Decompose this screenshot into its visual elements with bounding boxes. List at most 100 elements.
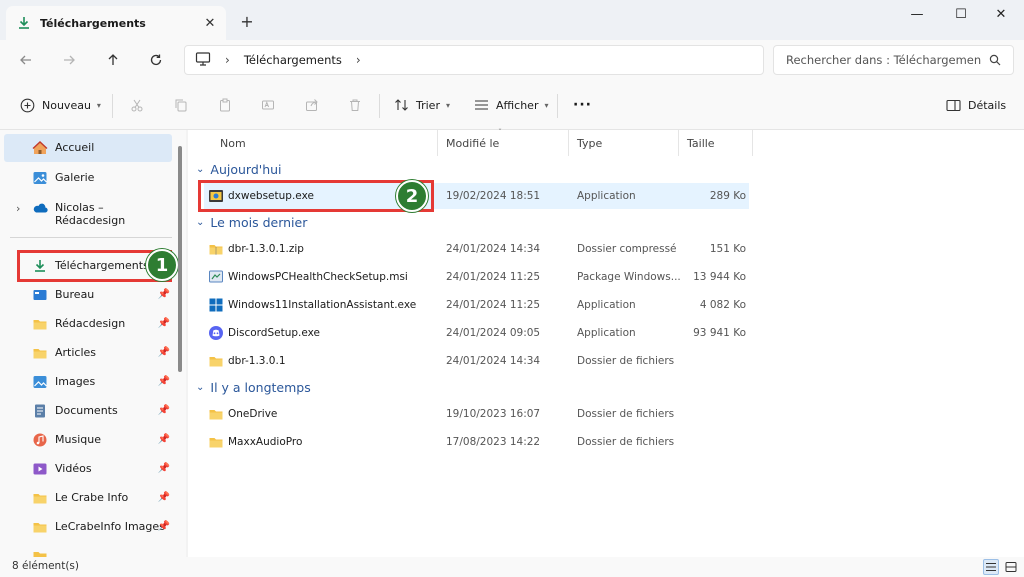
divider: [557, 94, 558, 118]
group-header-last-month[interactable]: ⌄ Le mois dernier: [196, 215, 307, 230]
column-header-name[interactable]: Nom: [212, 130, 438, 156]
back-button[interactable]: [14, 48, 38, 72]
file-date: 19/02/2024 18:51: [446, 190, 541, 202]
table-row[interactable]: dbr-1.3.0.1.zip 24/01/2024 14:34 Dossier…: [204, 236, 749, 262]
chevron-right-icon[interactable]: ›: [356, 53, 361, 67]
copy-button[interactable]: [171, 95, 191, 115]
forward-button[interactable]: [57, 48, 81, 72]
sidebar-item-label: Musique: [55, 433, 101, 446]
computer-icon: [195, 51, 211, 69]
sidebar-item-partial[interactable]: [4, 542, 172, 557]
sidebar-item-desktop[interactable]: Bureau 📌: [4, 281, 172, 309]
tiles-view-icon: [1005, 562, 1017, 572]
tab-downloads[interactable]: Téléchargements ✕: [6, 6, 226, 40]
table-row[interactable]: DiscordSetup.exe 24/01/2024 09:05 Applic…: [204, 320, 749, 346]
file-name: OneDrive: [228, 408, 278, 420]
sort-button[interactable]: Trier ▾: [394, 94, 450, 116]
view-button-label: Afficher: [496, 98, 539, 112]
column-header-size[interactable]: Taille: [679, 130, 753, 156]
folder-icon: [32, 519, 48, 535]
delete-button[interactable]: [345, 95, 365, 115]
sidebar-item-label: Galerie: [55, 171, 95, 184]
table-row[interactable]: WindowsPCHealthCheckSetup.msi 24/01/2024…: [204, 264, 749, 290]
file-type: Dossier compressé: [577, 243, 677, 255]
paste-button[interactable]: [215, 95, 235, 115]
sidebar-item-gallery[interactable]: Galerie: [4, 164, 172, 192]
discord-icon: [208, 325, 224, 341]
pin-icon[interactable]: 📌: [158, 318, 170, 329]
chevron-down-icon: ▾: [445, 100, 450, 110]
pin-icon[interactable]: 📌: [158, 376, 170, 387]
pin-icon[interactable]: 📌: [158, 463, 170, 474]
videos-icon: [32, 461, 48, 477]
group-header-today[interactable]: ⌄ Aujourd'hui: [196, 162, 282, 177]
sidebar-item-home[interactable]: Accueil: [4, 134, 172, 162]
file-name: MaxxAudioPro: [228, 436, 303, 448]
new-tab-button[interactable]: +: [236, 11, 258, 33]
pin-icon[interactable]: 📌: [158, 521, 170, 532]
share-button[interactable]: [302, 95, 322, 115]
sidebar-item-le-crabe-info[interactable]: Le Crabe Info 📌: [4, 484, 172, 512]
file-date: 19/10/2023 16:07: [446, 408, 541, 420]
breadcrumb-downloads[interactable]: Téléchargements: [244, 53, 342, 67]
column-header-modified[interactable]: Modifié le ˇ: [438, 128, 569, 156]
step-badge-2: 2: [396, 180, 428, 212]
chevron-down-icon: ▾: [96, 100, 101, 110]
sidebar-item-redacdesign[interactable]: Rédacdesign 📌: [4, 310, 172, 338]
group-header-long-ago[interactable]: ⌄ Il y a longtemps: [196, 380, 311, 395]
details-view-button[interactable]: [983, 559, 999, 575]
rename-button[interactable]: [258, 95, 278, 115]
table-row[interactable]: Windows11InstallationAssistant.exe 24/01…: [204, 292, 749, 318]
list-view-icon: [986, 563, 996, 571]
refresh-icon: [150, 54, 162, 66]
sidebar-item-lecrabeinfo-images[interactable]: LeCrabeInfo Images 📌: [4, 513, 172, 541]
column-header-type[interactable]: Type: [569, 130, 679, 156]
chevron-right-icon[interactable]: ›: [16, 202, 20, 215]
close-window-button[interactable]: ✕: [978, 0, 1024, 28]
arrow-right-icon: [64, 55, 75, 65]
folder-icon: [208, 353, 224, 369]
pin-icon[interactable]: 📌: [158, 434, 170, 445]
rename-icon: [262, 100, 274, 110]
music-icon: [32, 432, 48, 448]
pin-icon[interactable]: 📌: [158, 347, 170, 358]
sidebar-item-images[interactable]: Images 📌: [4, 368, 172, 396]
chevron-right-icon: ›: [225, 53, 230, 67]
sidebar-item-label: Nicolas – Rédacdesign: [55, 201, 126, 227]
details-button[interactable]: Détails: [946, 94, 1006, 116]
table-row[interactable]: MaxxAudioPro 17/08/2023 14:22 Dossier de…: [204, 429, 749, 455]
table-row[interactable]: dbr-1.3.0.1 24/01/2024 14:34 Dossier de …: [204, 348, 749, 374]
more-options-button[interactable]: ···: [573, 94, 592, 116]
sidebar-item-music[interactable]: Musique 📌: [4, 426, 172, 454]
tab-close-button[interactable]: ✕: [200, 16, 220, 31]
cut-button[interactable]: [127, 95, 147, 115]
sidebar-item-onedrive[interactable]: › Nicolas – Rédacdesign: [4, 194, 172, 227]
navigation-pane: Accueil Galerie › Nicolas – Rédacdesign …: [0, 130, 186, 557]
table-row[interactable]: OneDrive 19/10/2023 16:07 Dossier de fic…: [204, 401, 749, 427]
sidebar-item-label: Images: [55, 375, 96, 388]
scissors-icon: [131, 99, 143, 112]
file-date: 24/01/2024 09:05: [446, 327, 541, 339]
sidebar-item-articles[interactable]: Articles 📌: [4, 339, 172, 367]
pin-icon[interactable]: 📌: [158, 289, 170, 300]
pin-icon[interactable]: 📌: [158, 492, 170, 503]
group-label: Il y a longtemps: [210, 380, 311, 395]
file-size: 4 082 Ko: [699, 299, 746, 311]
new-button[interactable]: Nouveau ▾: [20, 94, 101, 116]
sidebar-item-label: Le Crabe Info: [55, 491, 129, 504]
address-bar[interactable]: › Téléchargements ›: [184, 45, 764, 75]
sidebar-item-videos[interactable]: Vidéos 📌: [4, 455, 172, 483]
tiles-view-button[interactable]: [1003, 559, 1019, 575]
search-input[interactable]: Rechercher dans : Téléchargemen: [773, 45, 1014, 75]
sidebar-item-documents[interactable]: Documents 📌: [4, 397, 172, 425]
sort-icon: [394, 98, 409, 112]
pin-icon[interactable]: 📌: [158, 405, 170, 416]
sidebar-scrollbar[interactable]: [178, 146, 182, 372]
file-type: Application: [577, 299, 636, 311]
up-button[interactable]: [101, 48, 125, 72]
minimize-button[interactable]: —: [894, 0, 940, 28]
file-type: Application: [577, 190, 636, 202]
step-badge-1: 1: [146, 249, 178, 281]
view-button[interactable]: Afficher ▾: [474, 94, 549, 116]
refresh-button[interactable]: [144, 48, 168, 72]
